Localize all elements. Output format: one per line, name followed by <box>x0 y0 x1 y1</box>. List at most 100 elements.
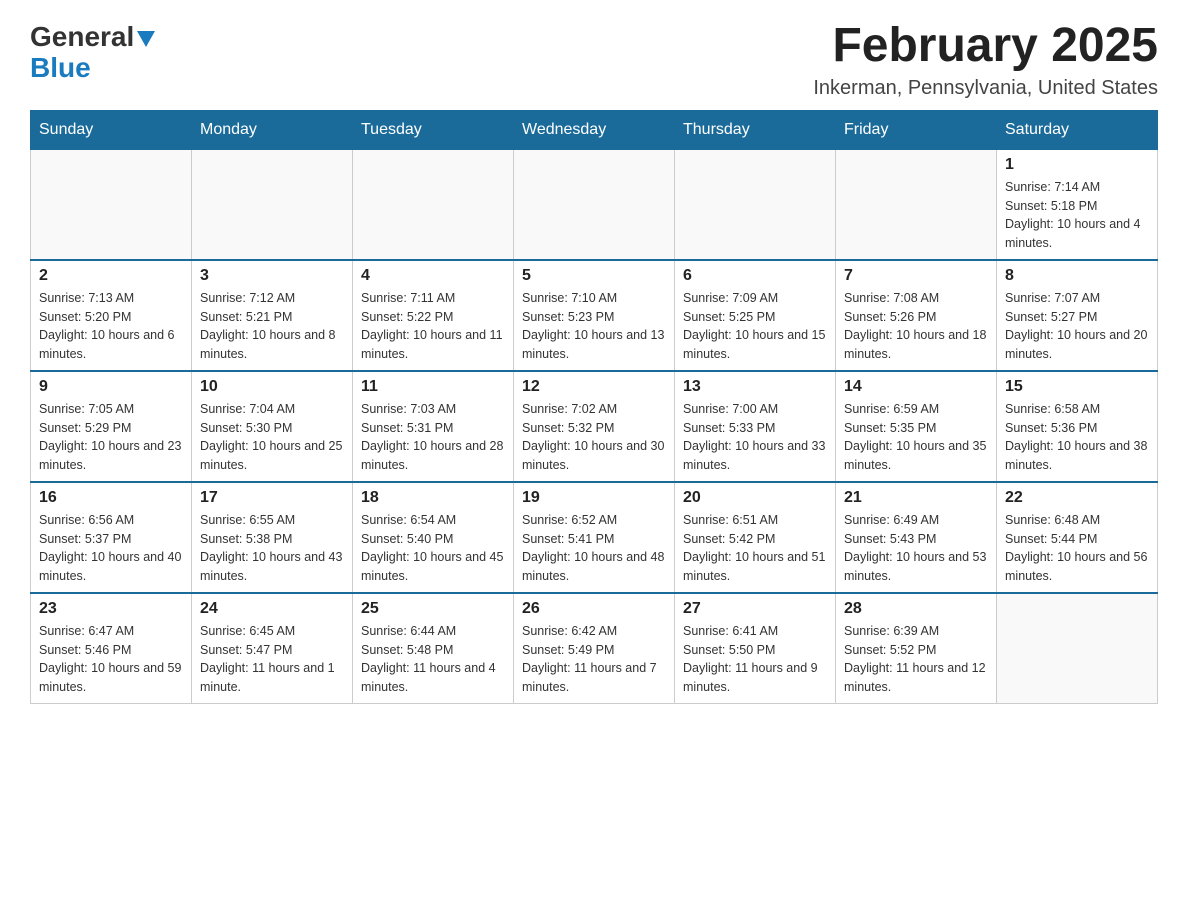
table-row: 25 Sunrise: 6:44 AM Sunset: 5:48 PM Dayli… <box>353 593 514 704</box>
table-row <box>514 149 675 260</box>
day-info: Sunrise: 6:56 AM Sunset: 5:37 PM Dayligh… <box>39 511 183 586</box>
day-info: Sunrise: 6:39 AM Sunset: 5:52 PM Dayligh… <box>844 622 988 697</box>
day-info: Sunrise: 6:45 AM Sunset: 5:47 PM Dayligh… <box>200 622 344 697</box>
table-row: 6Sunrise: 7:09 AM Sunset: 5:25 PM Daylig… <box>675 260 836 371</box>
table-row: 15 Sunrise: 6:58 AM Sunset: 5:36 PM Dayli… <box>997 371 1158 482</box>
table-row: 16 Sunrise: 6:56 AM Sunset: 5:37 PM Dayli… <box>31 482 192 593</box>
day-number: 14 <box>844 378 988 396</box>
table-row: 18 Sunrise: 6:54 AM Sunset: 5:40 PM Dayli… <box>353 482 514 593</box>
table-row <box>997 593 1158 704</box>
table-row: 27 Sunrise: 6:41 AM Sunset: 5:50 PM Dayli… <box>675 593 836 704</box>
day-number: 22 <box>1005 489 1149 507</box>
day-info: Sunrise: 6:54 AM Sunset: 5:40 PM Dayligh… <box>361 511 505 586</box>
logo: General Blue <box>30 20 155 84</box>
table-row: 22 Sunrise: 6:48 AM Sunset: 5:44 PM Dayli… <box>997 482 1158 593</box>
day-number: 17 <box>200 489 344 507</box>
calendar-week-row: 1 Sunrise: 7:14 AM Sunset: 5:18 PM Daylig… <box>31 149 1158 260</box>
day-number: 1 <box>1005 156 1149 174</box>
table-row: 21 Sunrise: 6:49 AM Sunset: 5:43 PM Dayli… <box>836 482 997 593</box>
day-info: Sunrise: 6:44 AM Sunset: 5:48 PM Dayligh… <box>361 622 505 697</box>
day-info: Sunrise: 7:00 AM Sunset: 5:33 PM Dayligh… <box>683 400 827 475</box>
day-number: 5 <box>522 267 666 285</box>
header-saturday: Saturday <box>997 110 1158 149</box>
logo-general-text: General <box>30 21 134 53</box>
table-row: 8 Sunrise: 7:07 AM Sunset: 5:27 PM Daylig… <box>997 260 1158 371</box>
table-row <box>353 149 514 260</box>
day-info: Sunrise: 7:04 AM Sunset: 5:30 PM Dayligh… <box>200 400 344 475</box>
table-row: 24 Sunrise: 6:45 AM Sunset: 5:47 PM Dayli… <box>192 593 353 704</box>
day-number: 13 <box>683 378 827 396</box>
day-number: 2 <box>39 267 183 285</box>
table-row: 7 Sunrise: 7:08 AM Sunset: 5:26 PM Daylig… <box>836 260 997 371</box>
calendar-week-row: 16 Sunrise: 6:56 AM Sunset: 5:37 PM Dayli… <box>31 482 1158 593</box>
day-info: Sunrise: 6:58 AM Sunset: 5:36 PM Dayligh… <box>1005 400 1149 475</box>
logo-text: General <box>30 20 155 54</box>
day-info: Sunrise: 6:41 AM Sunset: 5:50 PM Dayligh… <box>683 622 827 697</box>
header-thursday: Thursday <box>675 110 836 149</box>
table-row: 20Sunrise: 6:51 AM Sunset: 5:42 PM Dayli… <box>675 482 836 593</box>
day-number: 9 <box>39 378 183 396</box>
day-info: Sunrise: 7:09 AM Sunset: 5:25 PM Dayligh… <box>683 289 827 364</box>
day-info: Sunrise: 6:48 AM Sunset: 5:44 PM Dayligh… <box>1005 511 1149 586</box>
day-number: 21 <box>844 489 988 507</box>
day-info: Sunrise: 7:14 AM Sunset: 5:18 PM Dayligh… <box>1005 178 1149 253</box>
day-number: 3 <box>200 267 344 285</box>
day-number: 10 <box>200 378 344 396</box>
day-number: 18 <box>361 489 505 507</box>
day-number: 28 <box>844 600 988 618</box>
calendar-week-row: 2 Sunrise: 7:13 AM Sunset: 5:20 PM Daylig… <box>31 260 1158 371</box>
day-number: 26 <box>522 600 666 618</box>
day-info: Sunrise: 7:13 AM Sunset: 5:20 PM Dayligh… <box>39 289 183 364</box>
day-info: Sunrise: 7:03 AM Sunset: 5:31 PM Dayligh… <box>361 400 505 475</box>
header-wednesday: Wednesday <box>514 110 675 149</box>
day-info: Sunrise: 6:42 AM Sunset: 5:49 PM Dayligh… <box>522 622 666 697</box>
title-section: February 2025 Inkerman, Pennsylvania, Un… <box>813 20 1158 100</box>
day-info: Sunrise: 7:05 AM Sunset: 5:29 PM Dayligh… <box>39 400 183 475</box>
day-info: Sunrise: 6:49 AM Sunset: 5:43 PM Dayligh… <box>844 511 988 586</box>
day-info: Sunrise: 7:08 AM Sunset: 5:26 PM Dayligh… <box>844 289 988 364</box>
day-info: Sunrise: 7:02 AM Sunset: 5:32 PM Dayligh… <box>522 400 666 475</box>
page-header: General Blue February 2025 Inkerman, Pen… <box>30 20 1158 100</box>
table-row <box>192 149 353 260</box>
day-info: Sunrise: 7:07 AM Sunset: 5:27 PM Dayligh… <box>1005 289 1149 364</box>
table-row: 1 Sunrise: 7:14 AM Sunset: 5:18 PM Daylig… <box>997 149 1158 260</box>
day-info: Sunrise: 6:55 AM Sunset: 5:38 PM Dayligh… <box>200 511 344 586</box>
day-number: 19 <box>522 489 666 507</box>
calendar-week-row: 9 Sunrise: 7:05 AM Sunset: 5:29 PM Daylig… <box>31 371 1158 482</box>
day-number: 24 <box>200 600 344 618</box>
day-number: 20 <box>683 489 827 507</box>
header-tuesday: Tuesday <box>353 110 514 149</box>
table-row: 3 Sunrise: 7:12 AM Sunset: 5:21 PM Daylig… <box>192 260 353 371</box>
table-row: 28 Sunrise: 6:39 AM Sunset: 5:52 PM Dayli… <box>836 593 997 704</box>
calendar-table: Sunday Monday Tuesday Wednesday Thursday… <box>30 110 1158 704</box>
day-number: 7 <box>844 267 988 285</box>
table-row: 12Sunrise: 7:02 AM Sunset: 5:32 PM Dayli… <box>514 371 675 482</box>
table-row: 4Sunrise: 7:11 AM Sunset: 5:22 PM Daylig… <box>353 260 514 371</box>
logo-blue-text: Blue <box>30 52 91 83</box>
table-row: 23Sunrise: 6:47 AM Sunset: 5:46 PM Dayli… <box>31 593 192 704</box>
day-number: 4 <box>361 267 505 285</box>
day-number: 16 <box>39 489 183 507</box>
header-monday: Monday <box>192 110 353 149</box>
calendar-header-row: Sunday Monday Tuesday Wednesday Thursday… <box>31 110 1158 149</box>
day-info: Sunrise: 7:10 AM Sunset: 5:23 PM Dayligh… <box>522 289 666 364</box>
location-text: Inkerman, Pennsylvania, United States <box>813 77 1158 100</box>
month-title: February 2025 <box>813 20 1158 73</box>
calendar-week-row: 23Sunrise: 6:47 AM Sunset: 5:46 PM Dayli… <box>31 593 1158 704</box>
table-row: 11Sunrise: 7:03 AM Sunset: 5:31 PM Dayli… <box>353 371 514 482</box>
table-row: 5 Sunrise: 7:10 AM Sunset: 5:23 PM Daylig… <box>514 260 675 371</box>
day-info: Sunrise: 7:12 AM Sunset: 5:21 PM Dayligh… <box>200 289 344 364</box>
header-sunday: Sunday <box>31 110 192 149</box>
table-row: 9 Sunrise: 7:05 AM Sunset: 5:29 PM Daylig… <box>31 371 192 482</box>
day-number: 27 <box>683 600 827 618</box>
table-row: 26 Sunrise: 6:42 AM Sunset: 5:49 PM Dayli… <box>514 593 675 704</box>
table-row: 14Sunrise: 6:59 AM Sunset: 5:35 PM Dayli… <box>836 371 997 482</box>
day-info: Sunrise: 6:47 AM Sunset: 5:46 PM Dayligh… <box>39 622 183 697</box>
day-number: 25 <box>361 600 505 618</box>
table-row <box>836 149 997 260</box>
table-row: 10 Sunrise: 7:04 AM Sunset: 5:30 PM Dayli… <box>192 371 353 482</box>
day-number: 8 <box>1005 267 1149 285</box>
day-number: 15 <box>1005 378 1149 396</box>
logo-triangle-icon <box>137 22 155 54</box>
table-row: 17 Sunrise: 6:55 AM Sunset: 5:38 PM Dayli… <box>192 482 353 593</box>
